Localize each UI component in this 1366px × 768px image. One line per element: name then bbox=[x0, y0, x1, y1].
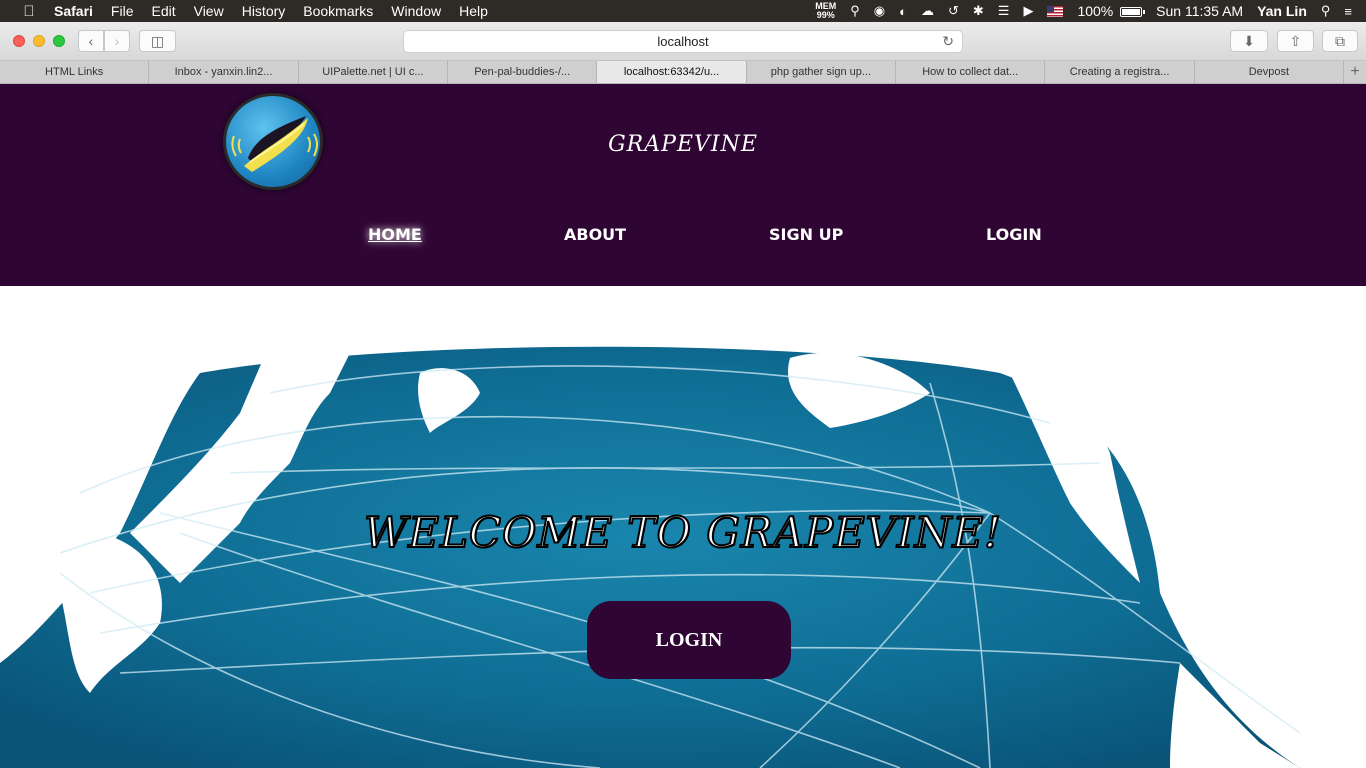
hero-title: WELCOME TO GRAPEVINE! bbox=[363, 507, 1002, 558]
downloads-button[interactable]: ⬇ bbox=[1230, 30, 1268, 52]
clock[interactable]: Sun 11:35 AM bbox=[1156, 3, 1243, 19]
notification-center-icon[interactable]: ≡ bbox=[1344, 4, 1352, 19]
hero-login-button[interactable]: LOGIN bbox=[587, 601, 791, 679]
close-window-button[interactable] bbox=[13, 35, 25, 47]
creative-cloud-icon[interactable]: ☁ bbox=[921, 3, 934, 19]
apple-icon[interactable]:  bbox=[18, 3, 40, 20]
tabs-icon: ⧉ bbox=[1335, 32, 1345, 49]
time-machine-icon[interactable]: ↺ bbox=[948, 3, 959, 19]
tab-php-signup[interactable]: php gather sign up... bbox=[747, 61, 897, 83]
download-icon: ⬇ bbox=[1243, 32, 1255, 49]
browser-toolbar: ‹ › ◫ localhost ↻ ⬇ ⇧ ⧉ bbox=[0, 22, 1366, 61]
tab-registration[interactable]: Creating a registra... bbox=[1045, 61, 1195, 83]
site-title: GRAPEVINE bbox=[608, 132, 758, 157]
minimize-window-button[interactable] bbox=[33, 35, 45, 47]
memory-indicator[interactable]: MEM 99% bbox=[815, 2, 836, 20]
hero-section: WELCOME TO GRAPEVINE! LOGIN bbox=[0, 333, 1366, 768]
site-header: GRAPEVINE HOME ABOUT SIGN UP LOGIN bbox=[0, 84, 1366, 286]
menu-safari[interactable]: Safari bbox=[54, 3, 93, 19]
battery-icon bbox=[1120, 7, 1146, 18]
new-tab-button[interactable]: + bbox=[1344, 61, 1366, 83]
nav-home[interactable]: HOME bbox=[368, 225, 422, 244]
battery-percent: 100% bbox=[1077, 3, 1114, 19]
tab-overview-button[interactable]: ⧉ bbox=[1322, 30, 1358, 52]
tab-pen-pal[interactable]: Pen-pal-buddies-/... bbox=[448, 61, 598, 83]
tab-inbox[interactable]: Inbox - yanxin.lin2... bbox=[149, 61, 299, 83]
spotlight-search-icon[interactable]: ⚲ bbox=[1321, 3, 1331, 19]
tab-bar: HTML Links Inbox - yanxin.lin2... UIPale… bbox=[0, 61, 1366, 84]
back-button[interactable]: ‹ bbox=[78, 30, 104, 52]
plus-icon: + bbox=[1350, 63, 1360, 80]
tab-uipalette[interactable]: UIPalette.net | UI c... bbox=[299, 61, 449, 83]
sidebar-icon: ◫ bbox=[150, 32, 165, 49]
reload-icon[interactable]: ↻ bbox=[942, 33, 954, 50]
share-button[interactable]: ⇧ bbox=[1277, 30, 1314, 52]
grammarly-icon[interactable]: ◉ bbox=[874, 3, 885, 19]
forward-button[interactable]: › bbox=[104, 30, 130, 52]
menu-history[interactable]: History bbox=[242, 3, 286, 19]
broadcast-icon[interactable]: ⚲ bbox=[850, 3, 860, 19]
menu-edit[interactable]: Edit bbox=[151, 3, 175, 19]
share-icon: ⇧ bbox=[1289, 32, 1302, 49]
menu-bookmarks[interactable]: Bookmarks bbox=[303, 3, 373, 19]
tab-collect-data[interactable]: How to collect dat... bbox=[896, 61, 1046, 83]
nav-sign-up[interactable]: SIGN UP bbox=[769, 225, 843, 244]
menu-view[interactable]: View bbox=[194, 3, 224, 19]
chevron-right-icon: › bbox=[114, 33, 120, 49]
tab-localhost[interactable]: localhost:63342/u... bbox=[597, 61, 747, 83]
chevron-left-icon: ‹ bbox=[88, 33, 94, 49]
app-icon[interactable]: ◐ bbox=[899, 4, 907, 19]
nav-about[interactable]: ABOUT bbox=[564, 225, 626, 244]
sidebar-toggle-button[interactable]: ◫ bbox=[139, 30, 176, 52]
fullscreen-window-button[interactable] bbox=[53, 35, 65, 47]
tab-html-links[interactable]: HTML Links bbox=[0, 61, 150, 83]
battery-status[interactable]: 100% bbox=[1077, 3, 1146, 19]
bluetooth-icon[interactable]: ✱ bbox=[973, 3, 984, 19]
menu-window[interactable]: Window bbox=[391, 3, 441, 19]
volume-icon[interactable]: ▶ bbox=[1023, 3, 1033, 19]
menu-file[interactable]: File bbox=[111, 3, 134, 19]
nav-login[interactable]: LOGIN bbox=[986, 225, 1042, 244]
input-source-flag-icon[interactable] bbox=[1047, 5, 1064, 17]
address-bar[interactable]: localhost ↻ bbox=[403, 30, 963, 53]
memory-value: 99% bbox=[816, 10, 835, 20]
status-area: MEM 99% ⚲ ◉ ◐ ☁ ↺ ✱ ☰ ▶ 100% Sun 11:35 A… bbox=[815, 0, 1366, 22]
tab-devpost[interactable]: Devpost bbox=[1195, 61, 1345, 83]
macos-menubar:  Safari File Edit View History Bookmark… bbox=[0, 0, 1366, 22]
url-text: localhost bbox=[657, 34, 709, 49]
menu-help[interactable]: Help bbox=[459, 3, 488, 19]
wifi-icon[interactable]: ☰ bbox=[998, 3, 1010, 19]
user-name[interactable]: Yan Lin bbox=[1257, 3, 1307, 19]
